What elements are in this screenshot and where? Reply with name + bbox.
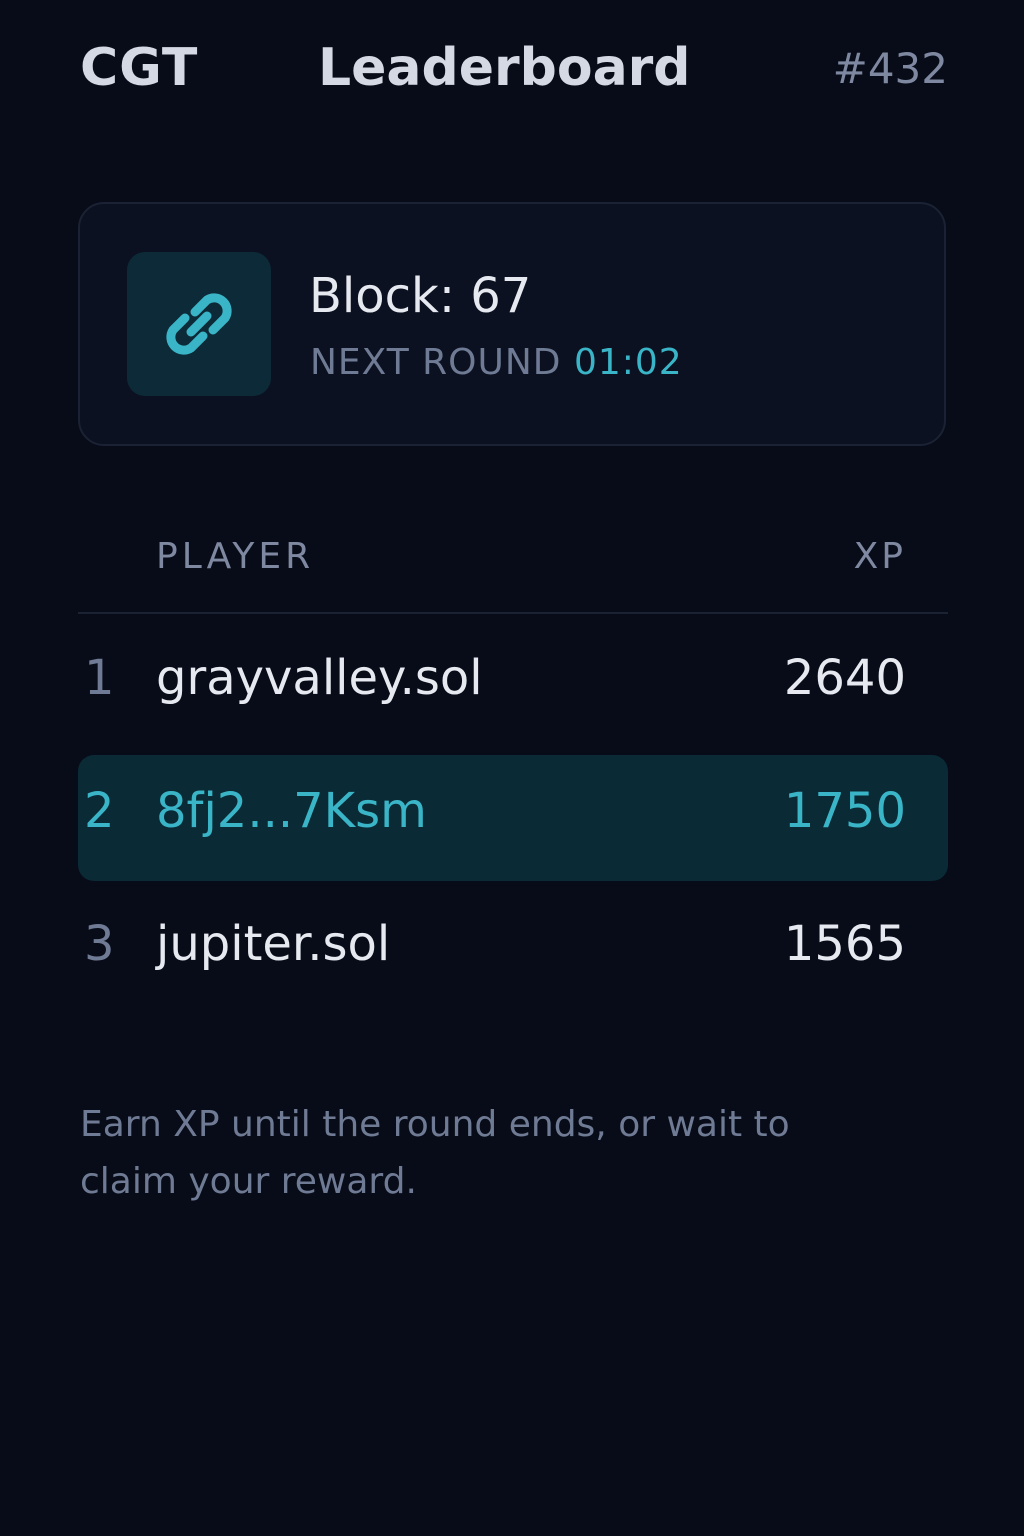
block-icon-container (127, 252, 271, 396)
player-name: grayvalley.sol (156, 650, 483, 706)
table-divider (78, 612, 948, 614)
column-header-player: PLAYER (156, 536, 315, 577)
player-xp: 1750 (783, 783, 906, 839)
table-row[interactable]: 1 grayvalley.sol 2640 (78, 622, 948, 748)
player-xp: 2640 (783, 650, 906, 706)
link-icon (166, 293, 232, 355)
player-rank: 2 (84, 783, 115, 839)
player-name: jupiter.sol (156, 916, 391, 972)
player-rank: 1 (84, 650, 115, 706)
table-row[interactable]: 3 jupiter.sol 1565 (78, 888, 948, 1014)
column-header-xp: XP (853, 536, 906, 577)
next-round-timer: 01:02 (573, 342, 683, 383)
next-round-label: NEXT ROUND (310, 342, 562, 383)
block-number: Block: 67 (309, 268, 532, 324)
page-title: Leaderboard (318, 38, 691, 98)
next-round-countdown: NEXT ROUND 01:02 (310, 342, 683, 383)
block-card: Block: 67 NEXT ROUND 01:02 (78, 202, 946, 446)
footer-note: Earn XP until the round ends, or wait to… (80, 1104, 790, 1202)
brand-logo-text: CGT (80, 38, 199, 98)
player-rank: 3 (84, 916, 115, 972)
player-xp: 1565 (783, 916, 906, 972)
player-name: 8fj2...7Ksm (156, 783, 427, 839)
header: CGT Leaderboard #432 (80, 38, 948, 108)
round-id: #432 (832, 44, 948, 93)
table-row-current-player[interactable]: 2 8fj2...7Ksm 1750 (78, 755, 948, 881)
